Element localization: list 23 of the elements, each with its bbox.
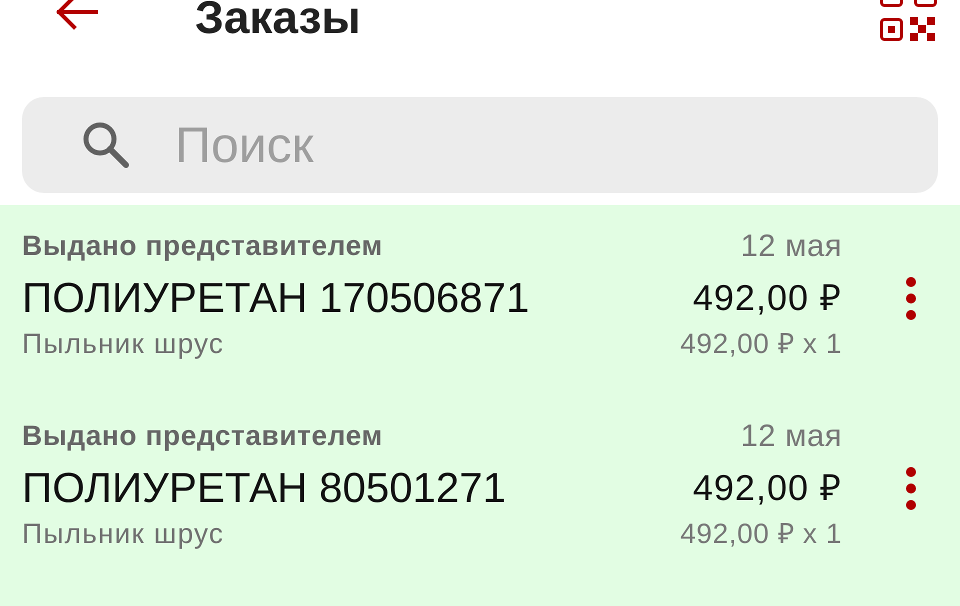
search-icon (82, 121, 129, 168)
order-title: ПОЛИУРЕТАН 80501271 (22, 463, 507, 513)
more-options-button[interactable] (906, 276, 916, 320)
order-title: ПОЛИУРЕТАН 170506871 (22, 273, 530, 323)
order-unit-price: 492,00 ₽ x 1 (680, 517, 842, 551)
screen-title: Заказы (195, 0, 361, 34)
qr-code-icon (880, 0, 937, 40)
back-button[interactable] (54, 0, 98, 30)
more-vertical-icon (906, 276, 916, 320)
order-status: Выдано представителем (22, 419, 384, 453)
qr-code-button[interactable] (880, 0, 937, 40)
order-price: 492,00 ₽ (692, 276, 842, 320)
more-options-button[interactable] (906, 466, 916, 510)
order-unit-price: 492,00 ₽ x 1 (680, 327, 842, 361)
order-description: Пыльник шрус (22, 517, 226, 551)
search-field[interactable]: Поиск (22, 97, 938, 193)
order-price: 492,00 ₽ (692, 466, 842, 510)
back-arrow-icon (54, 0, 98, 30)
order-date: 12 мая (740, 229, 842, 263)
order-date: 12 мая (740, 419, 842, 453)
order-status: Выдано представителем (22, 229, 384, 263)
order-description: Пыльник шрус (22, 327, 226, 361)
more-vertical-icon (906, 466, 916, 510)
